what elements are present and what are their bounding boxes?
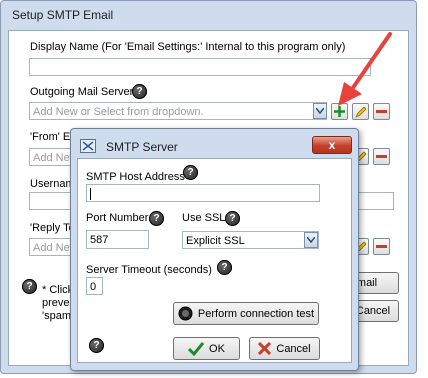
display-name-input[interactable] xyxy=(29,58,371,76)
minus-icon xyxy=(376,155,387,158)
connection-test-label: Perform connection test xyxy=(197,307,315,320)
dialog-cancel-label: Cancel xyxy=(276,342,311,355)
ssl-dropdown-button[interactable] xyxy=(304,232,318,248)
port-help-icon[interactable]: ? xyxy=(149,211,164,226)
minus-icon xyxy=(376,245,387,248)
send-test-email-label: mail xyxy=(356,277,378,289)
port-number-label: Port Number xyxy=(86,212,149,224)
ok-label: OK xyxy=(209,342,225,355)
chevron-down-icon xyxy=(316,108,324,114)
text-caret xyxy=(90,188,91,201)
annotation-arrow-icon xyxy=(338,32,392,106)
outgoing-dropdown-button[interactable] xyxy=(313,103,327,119)
display-name-label: Display Name (For 'Email Settings:' Inte… xyxy=(30,41,346,53)
username-label: Usernam xyxy=(30,178,75,190)
x-icon xyxy=(258,342,272,355)
dialog-cancel-button[interactable]: Cancel xyxy=(249,337,320,360)
reply-delete-button[interactable] xyxy=(373,238,390,255)
host-help-icon[interactable]: ? xyxy=(183,165,198,180)
outgoing-help-icon[interactable]: ? xyxy=(132,84,147,99)
server-timeout-input[interactable]: 0 xyxy=(86,277,103,295)
chevron-down-icon xyxy=(307,237,315,243)
checkmark-icon xyxy=(188,341,205,356)
dialog-app-icon xyxy=(80,139,96,153)
ssl-help-icon[interactable]: ? xyxy=(225,211,240,226)
connection-test-icon xyxy=(178,306,193,321)
use-ssl-label: Use SSL xyxy=(182,212,226,224)
use-ssl-select[interactable]: Explicit SSL xyxy=(182,231,319,249)
timeout-help-icon[interactable]: ? xyxy=(217,260,232,275)
smtp-host-label: SMTP Host Address xyxy=(86,171,185,183)
outer-cancel-label: Cancel xyxy=(355,305,391,317)
from-delete-button[interactable] xyxy=(373,148,390,165)
port-number-input[interactable]: 587 xyxy=(86,230,149,249)
dialog-close-button[interactable]: x xyxy=(312,136,352,154)
window-title: Setup SMTP Email xyxy=(12,8,114,22)
footer-note-line1: * Click xyxy=(42,284,74,296)
use-ssl-selected-value: Explicit SSL xyxy=(186,235,245,247)
footer-note-line3: 'spam xyxy=(42,310,71,322)
close-icon: x xyxy=(328,138,336,152)
connection-test-button[interactable]: Perform connection test xyxy=(173,302,319,325)
reply-to-label: 'Reply To xyxy=(30,222,75,234)
footer-help-icon[interactable]: ? xyxy=(22,279,37,294)
ok-button[interactable]: OK xyxy=(173,337,240,360)
dialog-title: SMTP Server xyxy=(106,140,178,154)
outgoing-mail-server-input[interactable]: Add New or Select from dropdown. xyxy=(29,102,327,120)
outgoing-mail-server-label: Outgoing Mail Server xyxy=(30,86,134,98)
outgoing-placeholder: Add New or Select from dropdown. xyxy=(33,106,204,118)
dialog-help-icon[interactable]: ? xyxy=(89,338,104,353)
footer-note-line2: preve xyxy=(42,297,70,309)
server-timeout-label: Server Timeout (seconds) xyxy=(86,264,212,276)
smtp-host-input[interactable] xyxy=(86,184,320,202)
